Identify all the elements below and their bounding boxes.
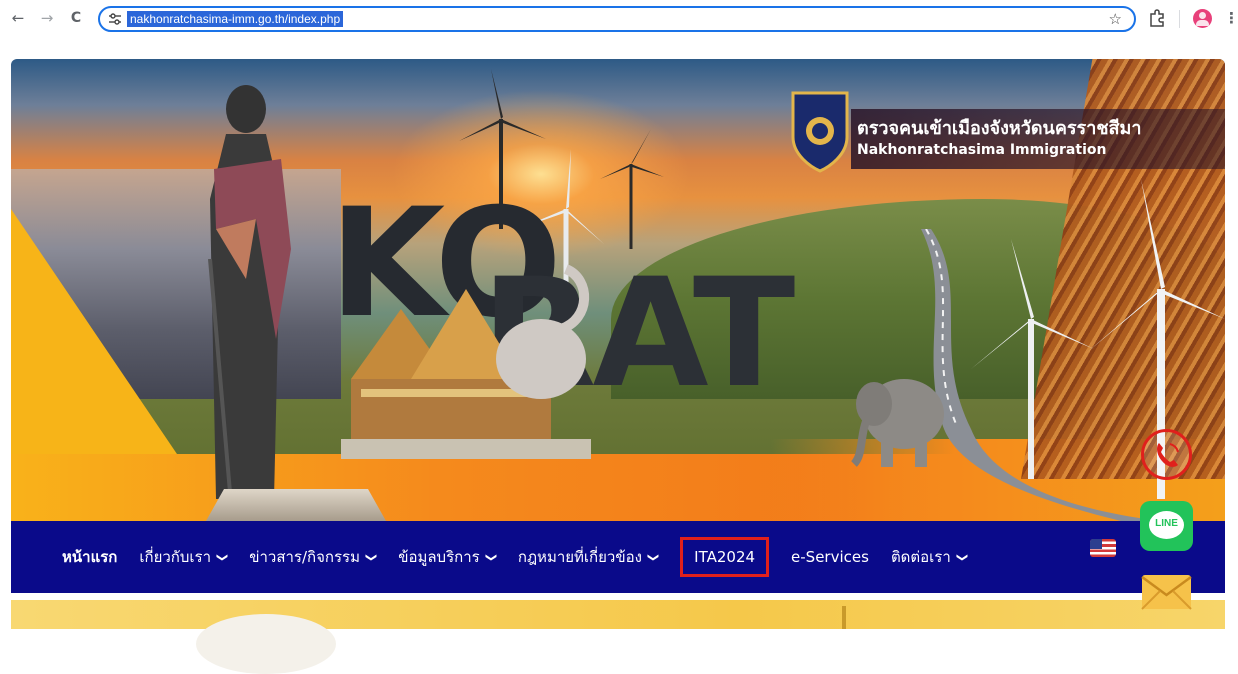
nav-item-laws[interactable]: กฎหมายที่เกี่ยวข้อง ❯ [517,545,661,569]
site-title-thai: ตรวจคนเข้าเมืองจังหวัดนครราชสีมา [857,118,1142,139]
browser-menu-icon[interactable]: ⋮ [1224,9,1238,27]
nav-menu: หน้าแรก เกี่ยวกับเรา ❯ ข่าวสาร/กิจกรรม ❯… [62,521,989,593]
extensions-icon[interactable] [1147,8,1167,28]
line-label: LINE [1155,518,1178,529]
wind-turbine-icon [600,129,664,249]
address-bar[interactable]: nakhonratchasima-imm.go.th/index.php ☆ [98,6,1136,32]
nav-item-label: กฎหมายที่เกี่ยวข้อง [517,548,642,566]
line-chat-button[interactable]: LINE [1140,501,1193,551]
thao-suranari-statue [208,85,291,505]
reload-icon[interactable]: C [67,9,85,27]
toolbar-divider [1179,10,1180,28]
elephant-illustration [850,379,944,467]
nav-item-label: e-Services [791,548,869,566]
nav-item-services-info[interactable]: ข้อมูลบริการ ❯ [398,545,498,569]
chevron-down-icon: ❯ [955,552,969,562]
nav-item-ita2024[interactable]: ITA2024 [680,537,770,577]
immigration-shield-logo [791,91,849,173]
english-language-flag-icon[interactable] [1090,539,1116,557]
nav-item-home[interactable]: หน้าแรก [62,545,117,569]
site-logo[interactable]: ตรวจคนเข้าเมืองจังหวัดนครราชสีมา Nakhonr… [789,89,1225,179]
chevron-down-icon: ❯ [647,552,661,562]
bookmark-star-icon[interactable]: ☆ [1109,9,1122,29]
browser-toolbar: ← → C nakhonratchasima-imm.go.th/index.p… [0,0,1238,38]
arrow-right-icon[interactable]: → [38,9,56,27]
mail-icon[interactable] [1140,571,1193,611]
nav-item-label: หน้าแรก [62,548,118,566]
phone-icon[interactable] [1140,428,1193,481]
chevron-down-icon: ❯ [365,552,379,562]
site-title-english: Nakhonratchasima Immigration [857,142,1107,158]
main-navigation: หน้าแรก เกี่ยวกับเรา ❯ ข่าวสาร/กิจกรรม ❯… [11,521,1225,593]
hero-banner: KO RAT ตรวจคนเข้าเมืองจังหวัดนครราชสีมา … [11,59,1225,521]
nav-item-contact[interactable]: ติดต่อเรา ❯ [890,545,969,569]
chevron-down-icon: ❯ [484,552,498,562]
url-text[interactable]: nakhonratchasima-imm.go.th/index.php [127,11,344,27]
nav-item-news[interactable]: ข่าวสาร/กิจกรรม ❯ [249,545,379,569]
nav-item-label: เกี่ยวกับเรา [139,548,212,566]
nav-item-label: ข้อมูลบริการ [398,548,480,566]
chevron-down-icon: ❯ [216,552,230,562]
nav-item-label: ติดต่อเรา [890,548,951,566]
nav-item-about[interactable]: เกี่ยวกับเรา ❯ [139,545,230,569]
nav-item-label: ITA2024 [694,548,756,566]
profile-avatar[interactable] [1193,9,1212,28]
content-image-partial [196,614,336,674]
arrow-left-icon[interactable]: ← [9,9,27,27]
site-info-icon[interactable] [108,12,122,26]
content-section-top [11,600,1225,674]
content-image-partial [842,606,846,629]
statue-pedestal [206,489,386,521]
temple-elephant-illustration [341,264,591,459]
nav-item-label: ข่าวสาร/กิจกรรม [249,548,360,566]
nav-item-e-services[interactable]: e-Services [791,548,869,566]
